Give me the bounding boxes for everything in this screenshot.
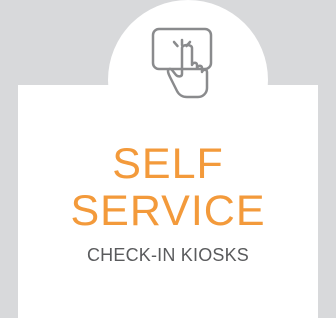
title-line-1: SELF: [112, 140, 224, 188]
subtitle: CHECK-IN KIOSKS: [86, 245, 250, 265]
title-line-2: SERVICE: [70, 187, 266, 235]
touch-screen-tap-icon: [150, 22, 220, 102]
